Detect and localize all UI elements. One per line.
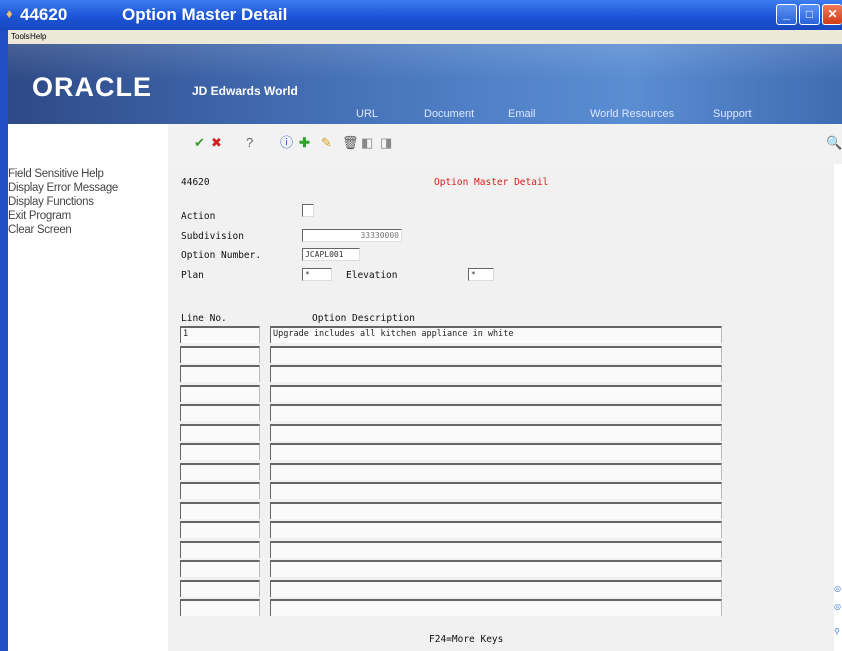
action-field[interactable] (302, 204, 314, 217)
link-world-resources[interactable]: World Resources (590, 108, 674, 120)
line-no-cell[interactable] (180, 521, 260, 538)
sidebar-item-exit-program[interactable]: Exit Program (8, 210, 71, 222)
line-no-cell[interactable] (180, 501, 260, 519)
form-heading: Option Master Detail (434, 177, 549, 188)
line-no-cell[interactable] (180, 579, 260, 597)
zoom-icon[interactable]: ⚲ (834, 627, 840, 636)
function-sidebar: Field Sensitive Help Display Error Messa… (8, 124, 168, 651)
option-number-label: Option Number. (181, 250, 262, 261)
oracle-logo: ORACLE (32, 72, 152, 102)
option-description-cell[interactable] (270, 599, 722, 616)
application-window: ♦ 44620 Option Master Detail _ □ ✕ Tools… (0, 0, 842, 651)
function-key-hint: F24=More Keys (429, 634, 504, 645)
line-no-cell[interactable] (180, 423, 260, 441)
line-no-cell[interactable] (180, 540, 260, 558)
search-icon[interactable]: 🔍 (826, 136, 842, 150)
cancel-icon[interactable]: ✖ (211, 136, 222, 150)
option-description-cell[interactable] (270, 579, 722, 597)
previous-icon[interactable]: ◧ (361, 136, 373, 150)
subdivision-label: Subdivision (181, 231, 244, 242)
line-no-cell[interactable] (180, 384, 260, 402)
menu-help[interactable]: Help (30, 32, 46, 41)
title-bar: ♦ 44620 Option Master Detail _ □ ✕ (0, 0, 842, 30)
product-name: JD Edwards World (192, 84, 298, 98)
help-icon[interactable]: ? (246, 136, 253, 150)
line-no-cell[interactable] (180, 345, 260, 363)
program-id: 44620 (181, 177, 210, 188)
option-description-cell[interactable] (270, 384, 722, 402)
plan-label: Plan (181, 270, 204, 281)
edit-icon[interactable]: ✎ (321, 136, 332, 150)
option-description-cell[interactable] (270, 404, 722, 421)
option-description-cell[interactable] (270, 521, 722, 538)
option-description-cell[interactable] (270, 540, 722, 558)
option-description-cell[interactable] (270, 462, 722, 480)
action-label: Action (181, 211, 216, 222)
option-description-cell[interactable]: Upgrade includes all kitchen appliance i… (270, 326, 722, 343)
scroll-down-icon[interactable]: ◎ (834, 602, 841, 611)
sidebar-item-field-sensitive-help[interactable]: Field Sensitive Help (8, 168, 104, 180)
delete-icon[interactable]: 🗑 (342, 136, 359, 150)
link-url[interactable]: URL (356, 108, 378, 120)
line-no-cell[interactable] (180, 462, 260, 480)
line-no-cell[interactable] (180, 443, 260, 460)
inquire-icon[interactable]: ⓘ (280, 136, 293, 150)
add-icon[interactable]: ✚ (299, 136, 310, 150)
sidebar-item-display-error-message[interactable]: Display Error Message (8, 182, 118, 194)
line-no-cell[interactable] (180, 482, 260, 499)
option-description-cell[interactable] (270, 345, 722, 363)
sidebar-item-clear-screen[interactable]: Clear Screen (8, 224, 72, 236)
window-title: Option Master Detail (122, 5, 288, 24)
option-description-cell[interactable] (270, 482, 722, 499)
app-icon: ♦ (6, 6, 13, 21)
line-no-cell[interactable] (180, 365, 260, 382)
line-no-cell[interactable] (180, 560, 260, 577)
right-edge-strip: ◎ ◎ ⚲ (834, 164, 842, 651)
line-no-cell[interactable]: 1 (180, 326, 260, 343)
close-button[interactable]: ✕ (822, 4, 842, 25)
form-area: 44620 Option Master Detail Action Subdiv… (168, 164, 834, 651)
option-description-cell[interactable] (270, 365, 722, 382)
plan-field[interactable]: * (302, 268, 332, 281)
sidebar-item-display-functions[interactable]: Display Functions (8, 196, 94, 208)
scroll-up-icon[interactable]: ◎ (834, 584, 841, 593)
column-option-description: Option Description (312, 313, 415, 324)
elevation-field[interactable]: * (468, 268, 494, 281)
menu-bar: Tools Help (8, 30, 842, 44)
menu-tools[interactable]: Tools (11, 32, 30, 41)
link-support[interactable]: Support (713, 108, 752, 120)
elevation-label: Elevation (346, 270, 398, 281)
option-description-cell[interactable] (270, 501, 722, 519)
line-no-cell[interactable] (180, 599, 260, 616)
check-icon[interactable]: ✔ (194, 136, 205, 150)
option-number-field[interactable]: JCAPL001 (302, 248, 360, 261)
oracle-banner: ORACLE JD Edwards World URL Document Ema… (8, 44, 842, 124)
maximize-button[interactable]: □ (799, 4, 820, 25)
line-no-cell[interactable] (180, 404, 260, 421)
subdivision-field[interactable]: 33330000 (302, 229, 402, 242)
option-description-cell[interactable] (270, 560, 722, 577)
column-line-no: Line No. (181, 313, 227, 324)
window-program-code: 44620 (20, 5, 68, 24)
toolbar: ✔ ✖ ? ⓘ ✚ ✎ 🗑 ◧ ◨ 🔍 (168, 124, 842, 164)
next-icon[interactable]: ◨ (380, 136, 392, 150)
link-document[interactable]: Document (424, 108, 474, 120)
option-description-cell[interactable] (270, 423, 722, 441)
option-description-cell[interactable] (270, 443, 722, 460)
minimize-button[interactable]: _ (776, 4, 797, 25)
link-email[interactable]: Email (508, 108, 536, 120)
